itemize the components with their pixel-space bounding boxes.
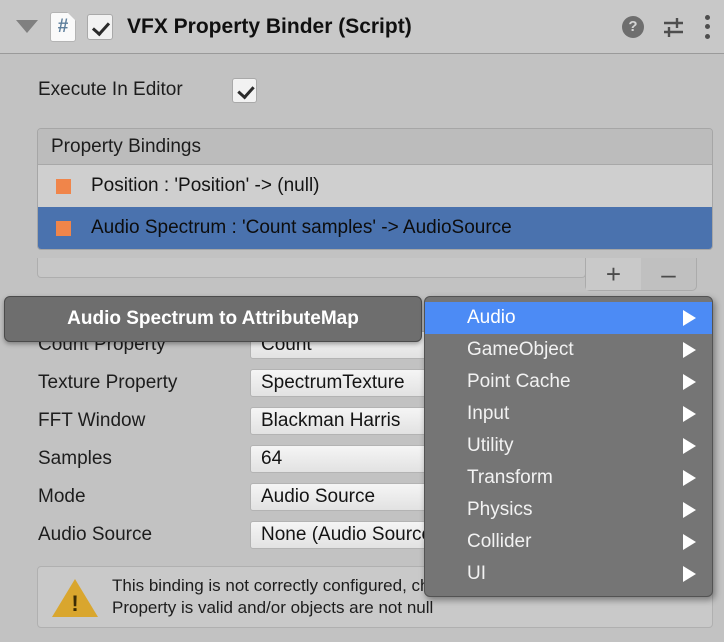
- execute-in-editor-checkbox[interactable]: [232, 78, 257, 103]
- warning-line-1: This binding is not correctly configured…: [112, 575, 469, 597]
- component-enabled-checkbox[interactable]: [87, 14, 113, 40]
- submenu-arrow-icon: [683, 470, 696, 486]
- add-binding-button[interactable]: +: [586, 258, 641, 290]
- preset-icon[interactable]: [662, 16, 686, 38]
- menu-item-transform[interactable]: Transform: [425, 462, 712, 494]
- list-item-label: Audio Spectrum : 'Count samples' -> Audi…: [91, 217, 512, 239]
- menu-item-audio[interactable]: Audio: [425, 302, 712, 334]
- submenu-arrow-icon: [683, 566, 696, 582]
- list-footer-strip: [37, 258, 586, 278]
- menu-item-input[interactable]: Input: [425, 398, 712, 430]
- menu-item-label: Utility: [467, 435, 683, 457]
- help-icon-glyph: ?: [628, 19, 637, 34]
- more-menu-icon[interactable]: [704, 15, 710, 39]
- warning-line-2: Property is valid and/or objects are not…: [112, 597, 469, 619]
- field-label: FFT Window: [0, 410, 250, 432]
- binding-marker-icon: [56, 179, 71, 194]
- header-icon-group: ?: [622, 15, 710, 39]
- script-icon: #: [50, 12, 76, 42]
- submenu-arrow-icon: [683, 406, 696, 422]
- script-icon-glyph: #: [58, 17, 69, 36]
- list-footer-buttons: + –: [585, 258, 697, 291]
- warning-triangle-icon: !: [52, 577, 98, 617]
- menu-item-point-cache[interactable]: Point Cache: [425, 366, 712, 398]
- field-label: Texture Property: [0, 372, 250, 394]
- triangle-down-icon[interactable]: [16, 20, 38, 33]
- menu-item-label: Input: [467, 403, 683, 425]
- menu-item-label: Collider: [467, 531, 683, 553]
- list-item[interactable]: Position : 'Position' -> (null): [38, 165, 712, 207]
- submenu-arrow-icon: [683, 502, 696, 518]
- kebab-dot: [705, 24, 710, 29]
- execute-in-editor-label: Execute In Editor: [38, 79, 183, 101]
- menu-item-label: GameObject: [467, 339, 683, 361]
- field-label: Mode: [0, 486, 250, 508]
- warning-exclamation-glyph: !: [71, 593, 78, 615]
- menu-item-gameobject[interactable]: GameObject: [425, 334, 712, 366]
- menu-item-label: Transform: [467, 467, 683, 489]
- submenu-arrow-icon: [683, 342, 696, 358]
- menu-item-label: Physics: [467, 499, 683, 521]
- warning-message: This binding is not correctly configured…: [112, 575, 469, 619]
- property-bindings-header: Property Bindings: [38, 129, 712, 165]
- kebab-dot: [705, 34, 710, 39]
- tooltip: Audio Spectrum to AttributeMap: [4, 296, 422, 342]
- menu-item-label: UI: [467, 563, 683, 585]
- list-item-label: Position : 'Position' -> (null): [91, 175, 320, 197]
- menu-item-collider[interactable]: Collider: [425, 526, 712, 558]
- preset-icon-svg: [662, 16, 686, 38]
- kebab-dot: [705, 15, 710, 20]
- inspector-panel: # VFX Property Binder (Script) ?: [0, 0, 724, 642]
- field-label: Samples: [0, 448, 250, 470]
- submenu-arrow-icon: [683, 374, 696, 390]
- menu-item-ui[interactable]: UI: [425, 558, 712, 590]
- remove-binding-button[interactable]: –: [641, 258, 696, 290]
- menu-item-utility[interactable]: Utility: [425, 430, 712, 462]
- submenu-arrow-icon: [683, 438, 696, 454]
- component-header: # VFX Property Binder (Script) ?: [0, 0, 724, 54]
- execute-in-editor-row: Execute In Editor: [0, 70, 724, 110]
- page-title: VFX Property Binder (Script): [127, 15, 622, 39]
- submenu-arrow-icon: [683, 310, 696, 326]
- menu-item-physics[interactable]: Physics: [425, 494, 712, 526]
- binding-marker-icon: [56, 221, 71, 236]
- help-icon[interactable]: ?: [622, 16, 644, 38]
- field-label: Audio Source: [0, 524, 250, 546]
- context-menu: Audio GameObject Point Cache Input Utili…: [424, 296, 713, 597]
- menu-item-label: Audio: [467, 307, 683, 329]
- list-footer: + –: [37, 258, 713, 292]
- list-item[interactable]: Audio Spectrum : 'Count samples' -> Audi…: [38, 207, 712, 249]
- submenu-arrow-icon: [683, 534, 696, 550]
- menu-item-label: Point Cache: [467, 371, 683, 393]
- property-bindings-list: Property Bindings Position : 'Position' …: [37, 128, 713, 250]
